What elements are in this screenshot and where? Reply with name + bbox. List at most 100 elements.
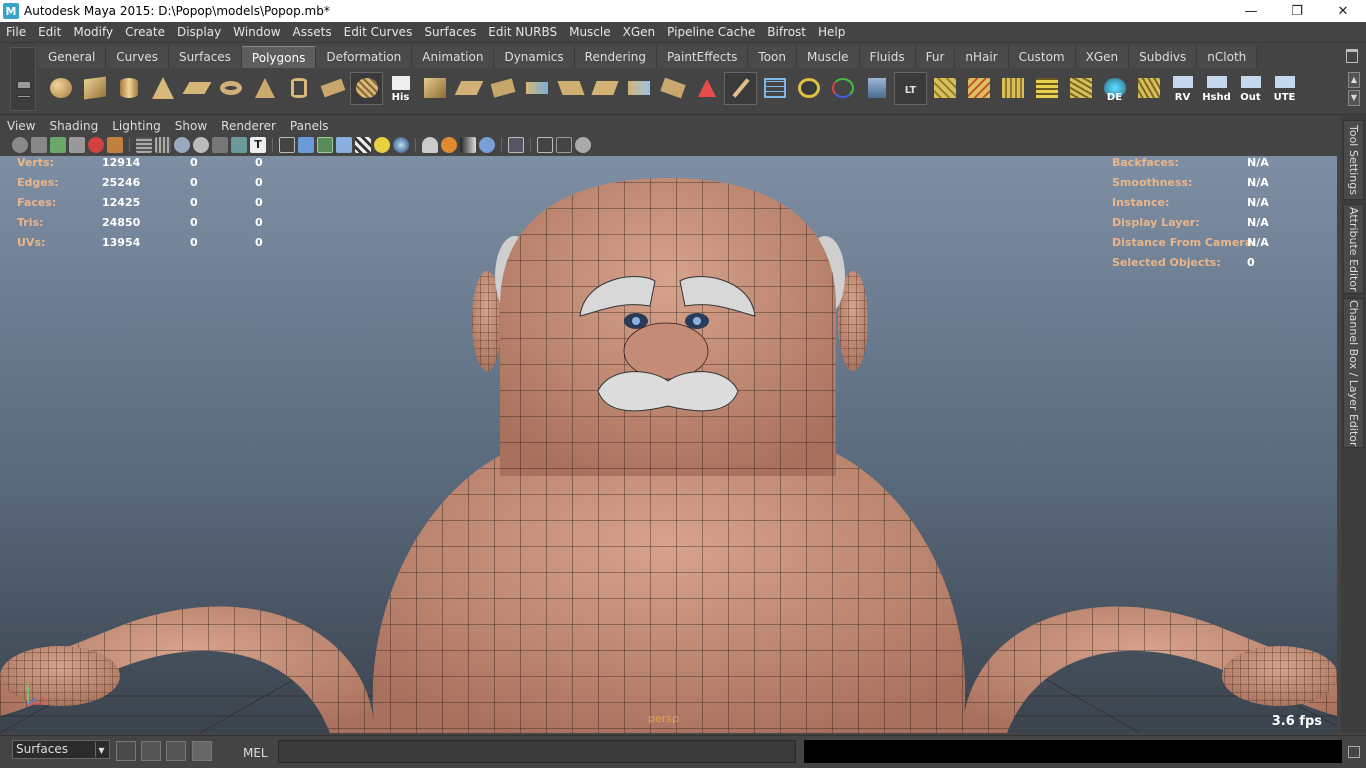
default-material-icon[interactable] (336, 137, 352, 153)
layout-icon[interactable] (116, 741, 136, 761)
textured-icon[interactable] (355, 137, 371, 153)
open-script-editor-icon[interactable] (1348, 746, 1360, 758)
paint-tool-icon[interactable] (724, 71, 757, 105)
panel-menu-lighting[interactable]: Lighting (105, 119, 168, 133)
screen-space-ao-icon[interactable] (422, 137, 438, 153)
ute-button[interactable]: UTE (1268, 72, 1301, 105)
rv-button[interactable]: RV (1166, 72, 1199, 105)
close-icon[interactable]: ✕ (1320, 0, 1366, 22)
script-language-label[interactable]: MEL (243, 746, 268, 760)
menu-window[interactable]: Window (227, 22, 286, 43)
poly-cone-icon[interactable] (146, 72, 179, 105)
isolate-select-icon[interactable] (508, 137, 524, 153)
de-tool-icon[interactable]: DE (1098, 72, 1131, 105)
poly-cylinder-icon[interactable] (112, 72, 145, 105)
history-icon[interactable]: His (384, 72, 417, 105)
tab-custom[interactable]: Custom (1008, 46, 1076, 68)
menu-edit[interactable]: Edit (32, 22, 67, 43)
tab-general[interactable]: General (38, 46, 107, 68)
resolution-gate-icon[interactable] (174, 137, 190, 153)
tab-channel-box-layer-editor[interactable]: Channel Box / Layer Editor (1343, 298, 1364, 448)
uv-normalize-icon[interactable] (1132, 72, 1165, 105)
menu-set-selector[interactable]: Surfaces ▼ (12, 740, 110, 759)
tab-muscle[interactable]: Muscle (797, 46, 860, 68)
menu-modify[interactable]: Modify (67, 22, 119, 43)
field-chart-icon[interactable] (212, 137, 228, 153)
tab-rendering[interactable]: Rendering (574, 46, 657, 68)
select-camera-icon[interactable] (12, 137, 28, 153)
trash-icon[interactable] (1346, 49, 1358, 63)
tab-fluids[interactable]: Fluids (859, 46, 916, 68)
shadows-icon[interactable] (393, 137, 409, 153)
grease-pencil-icon[interactable] (88, 137, 104, 153)
bridge-icon[interactable] (452, 72, 485, 105)
combine-icon[interactable] (486, 72, 519, 105)
poly-pipe-icon[interactable] (282, 72, 315, 105)
panel-menu-panels[interactable]: Panels (283, 119, 336, 133)
tab-curves[interactable]: Curves (106, 46, 169, 68)
tab-toon[interactable]: Toon (748, 46, 798, 68)
paint-icon[interactable] (107, 137, 123, 153)
film-gate-icon[interactable] (155, 137, 171, 153)
out-button[interactable]: Out (1234, 72, 1267, 105)
xray-components-icon[interactable] (575, 137, 591, 153)
hshd-button[interactable]: Hshd (1200, 72, 1233, 105)
xray-joints-icon[interactable] (556, 137, 572, 153)
outliner-icon[interactable] (141, 741, 161, 761)
menu-muscle[interactable]: Muscle (563, 22, 617, 43)
uv-sew-icon[interactable] (1064, 72, 1097, 105)
tab-xgen[interactable]: XGen (1075, 46, 1130, 68)
poly-torus-icon[interactable] (214, 72, 247, 105)
bookmarks-icon[interactable] (50, 137, 66, 153)
tab-animation[interactable]: Animation (412, 46, 495, 68)
menu-help[interactable]: Help (812, 22, 851, 43)
panel-menu-show[interactable]: Show (168, 119, 214, 133)
tab-surfaces[interactable]: Surfaces (168, 46, 242, 68)
menu-surfaces[interactable]: Surfaces (418, 22, 482, 43)
smooth-shade-icon[interactable] (298, 137, 314, 153)
menu-create[interactable]: Create (119, 22, 171, 43)
poly-helix-icon[interactable] (316, 72, 349, 105)
manipulator-icon[interactable] (826, 72, 859, 105)
perspective-viewport[interactable]: y x Verts: 12914 0 0 Edges: 25246 0 0 Fa… (0, 156, 1337, 733)
menu-bifrost[interactable]: Bifrost (761, 22, 812, 43)
menu-pipeline-cache[interactable]: Pipeline Cache (661, 22, 761, 43)
uv-grid-icon[interactable] (1030, 72, 1063, 105)
lt-button[interactable]: LT (894, 71, 927, 105)
menu-file[interactable]: File (0, 22, 32, 43)
xray-icon[interactable] (537, 137, 553, 153)
shelf-options-handle[interactable] (10, 47, 36, 111)
restore-icon[interactable]: ❐ (1274, 0, 1320, 22)
target-icon[interactable] (792, 72, 825, 105)
uv-select-icon[interactable] (996, 72, 1029, 105)
separate-icon[interactable] (520, 72, 553, 105)
split-polygon-icon[interactable] (588, 72, 621, 105)
wireframe-on-shaded-icon[interactable] (317, 137, 333, 153)
offset-edge-loop-icon[interactable] (656, 72, 689, 105)
tab-nhair[interactable]: nHair (955, 46, 1009, 68)
shelf-scroll-up-icon[interactable]: ▲ (1348, 72, 1360, 88)
tab-dynamics[interactable]: Dynamics (494, 46, 575, 68)
grid-icon[interactable] (136, 137, 152, 153)
render-machine-icon[interactable] (860, 72, 893, 105)
panel-menu-shading[interactable]: Shading (42, 119, 105, 133)
uv-layout-icon[interactable] (928, 72, 961, 105)
tab-subdivs[interactable]: Subdivs (1129, 46, 1198, 68)
tab-deformation[interactable]: Deformation (316, 46, 413, 68)
sculpt-geometry-icon[interactable] (690, 72, 723, 105)
camera-attributes-icon[interactable] (31, 137, 47, 153)
shelf-scroll-down-icon[interactable]: ▼ (1348, 90, 1360, 106)
gate-mask-icon[interactable] (193, 137, 209, 153)
panel-menu-renderer[interactable]: Renderer (214, 119, 283, 133)
safe-title-icon[interactable]: T (250, 137, 266, 153)
tab-attribute-editor[interactable]: Attribute Editor (1343, 204, 1364, 294)
anti-aliasing-icon[interactable] (460, 137, 476, 153)
depth-of-field-icon[interactable] (479, 137, 495, 153)
tab-ncloth[interactable]: nCloth (1197, 46, 1258, 68)
uv-unfold-icon[interactable] (962, 72, 995, 105)
lights-icon[interactable] (374, 137, 390, 153)
panel-menu-view[interactable]: View (0, 119, 42, 133)
poly-sphere-icon[interactable] (44, 72, 77, 105)
safe-action-icon[interactable] (231, 137, 247, 153)
menu-assets[interactable]: Assets (287, 22, 338, 43)
